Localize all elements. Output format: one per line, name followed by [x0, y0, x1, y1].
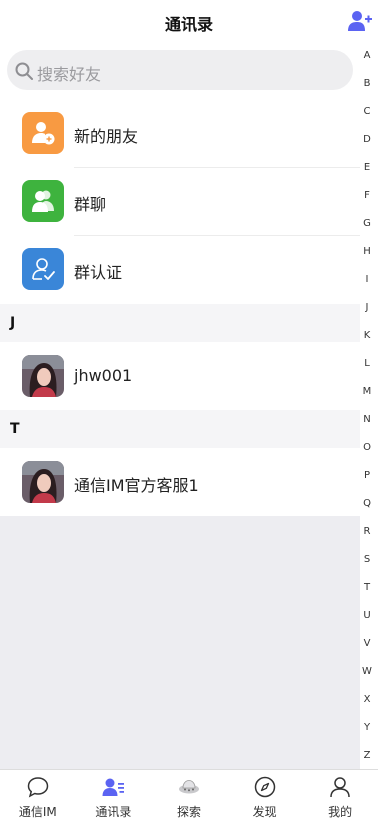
search-input[interactable]: 搜索好友	[7, 50, 353, 90]
search-icon	[15, 62, 33, 80]
index-letter-c[interactable]: C	[361, 106, 373, 117]
index-letter-p[interactable]: P	[361, 470, 373, 481]
section-letter: J	[10, 315, 16, 331]
index-letter-i[interactable]: I	[361, 274, 373, 285]
index-letter-g[interactable]: G	[361, 218, 373, 229]
group-chat-label: 群聊	[74, 195, 107, 214]
index-letter-a[interactable]: A	[361, 50, 373, 61]
index-letter-h[interactable]: H	[361, 246, 373, 257]
tab-label: 发现	[252, 805, 277, 819]
index-letter-u[interactable]: U	[361, 610, 373, 621]
index-letter-e[interactable]: E	[361, 162, 373, 173]
group-chat-item[interactable]: 群聊	[0, 168, 360, 236]
contact-name: jhw001	[74, 366, 133, 385]
index-letter-b[interactable]: B	[361, 78, 373, 89]
index-letter-n[interactable]: N	[361, 414, 373, 425]
contact-row[interactable]: 通信IM官方客服1	[0, 448, 360, 516]
page-title: 通讯录	[164, 15, 213, 34]
tab-label: 通信IM	[18, 805, 57, 819]
tab-profile[interactable]: 我的	[302, 770, 378, 819]
group-verify-icon	[32, 258, 55, 280]
index-letter-x[interactable]: X	[361, 694, 373, 705]
tab-label: 探索	[176, 805, 201, 819]
search-bar: 搜索好友	[0, 44, 360, 100]
tab-contacts[interactable]: 通讯录	[76, 770, 152, 819]
index-letter-m[interactable]: M	[361, 386, 373, 397]
contact-list[interactable]: 搜索好友 新的朋友 群聊 群认证 J jhw001 T 通信IM官方客服1	[0, 44, 360, 516]
group-verify-item[interactable]: 群认证	[0, 236, 360, 304]
tab-discover[interactable]: 发现	[227, 770, 303, 819]
add-friend-icon[interactable]	[348, 10, 372, 32]
index-letter-w[interactable]: W	[361, 666, 373, 677]
new-friend-icon	[32, 122, 55, 145]
avatar	[22, 461, 64, 503]
tab-label: 通讯录	[95, 805, 132, 819]
index-letter-r[interactable]: R	[361, 526, 373, 537]
index-letter-s[interactable]: S	[361, 554, 373, 565]
index-letter-l[interactable]: L	[361, 358, 373, 369]
index-letter-v[interactable]: V	[361, 638, 373, 649]
new-friends-label: 新的朋友	[74, 127, 139, 146]
index-letter-q[interactable]: Q	[361, 498, 373, 509]
compass-icon	[254, 776, 275, 798]
index-letter-d[interactable]: D	[361, 134, 373, 145]
tab-label: 我的	[328, 805, 353, 819]
section-header-j: J	[0, 304, 360, 342]
top-bar: 通讯录	[0, 0, 378, 44]
index-letter-t[interactable]: T	[361, 582, 373, 593]
search-placeholder: 搜索好友	[37, 65, 102, 84]
section-header-t: T	[0, 410, 360, 448]
index-letter-j[interactable]: J	[361, 302, 373, 313]
group-verify-label: 群认证	[74, 263, 123, 282]
tab-explore[interactable]: 探索	[151, 770, 227, 819]
new-friends-item[interactable]: 新的朋友	[0, 100, 360, 168]
group-chat-icon-box	[22, 180, 64, 222]
profile-icon	[330, 777, 350, 798]
alphabet-index[interactable]: A B C D E F G H I J K L M N O P Q R S T U V W X Y Z	[360, 44, 378, 769]
index-letter-f[interactable]: F	[361, 190, 373, 201]
ufo-icon	[178, 780, 199, 794]
avatar	[22, 355, 64, 397]
index-letter-y[interactable]: Y	[361, 722, 373, 733]
bottom-tab-bar: 通信IM 通讯录 探索 发现 我的	[0, 769, 378, 819]
chat-bubble-icon	[27, 777, 49, 798]
index-letter-z[interactable]: Z	[361, 750, 373, 761]
index-letter-k[interactable]: K	[361, 330, 373, 341]
contacts-icon	[102, 778, 125, 796]
section-letter: T	[10, 421, 20, 437]
group-chat-icon	[32, 190, 54, 212]
index-letter-o[interactable]: O	[361, 442, 373, 453]
tab-im[interactable]: 通信IM	[0, 770, 76, 819]
contact-name: 通信IM官方客服1	[74, 476, 199, 495]
group-verify-icon-box	[22, 248, 64, 290]
contact-row[interactable]: jhw001	[0, 342, 360, 410]
new-friend-icon-box	[22, 112, 64, 154]
